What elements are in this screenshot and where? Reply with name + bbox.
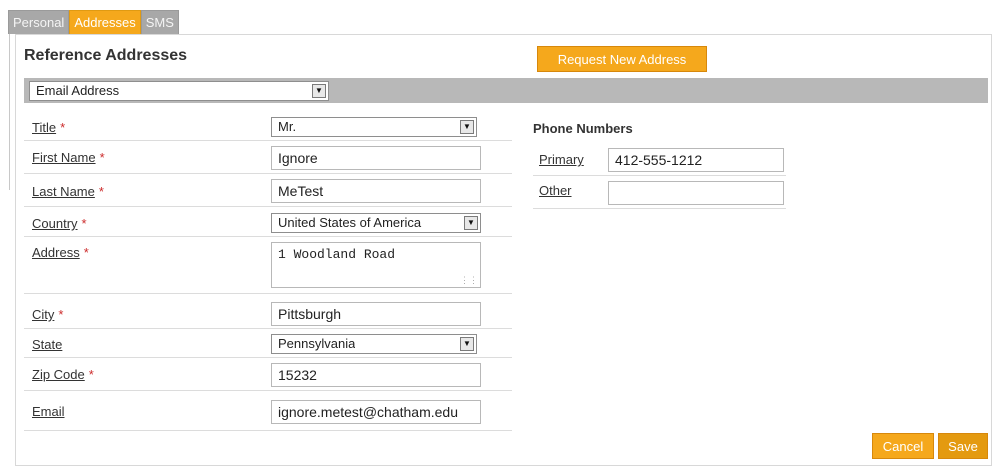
country-row: Country * United States of America ▼ [24,207,512,237]
last-name-input[interactable]: MeTest [271,179,481,203]
city-input[interactable]: Pittsburgh [271,302,481,326]
zip-code-label: Zip Code * [32,367,94,382]
divider [9,34,10,190]
address-type-bar: Email Address ▼ [24,78,988,103]
country-select[interactable]: United States of America ▼ [271,213,481,233]
phone-other-label: Other [539,183,572,198]
tab-personal[interactable]: Personal [8,10,70,34]
title-label: Title * [32,120,66,135]
phone-numbers-title: Phone Numbers [533,121,633,136]
zip-code-row: Zip Code * 15232 [24,358,512,391]
title-select[interactable]: Mr. ▼ [271,117,477,137]
phone-primary-row: Primary 412-555-1212 [533,143,786,176]
title-row: Title * Mr. ▼ [24,115,512,141]
first-name-input[interactable]: Ignore [271,146,481,170]
address-row: Address * 1 Woodland Road ⋮⋮ [24,237,512,294]
email-row: Email ignore.metest@chatham.edu [24,391,512,431]
request-new-address-button[interactable]: Request New Address [537,46,707,72]
title-value: Mr. [278,119,297,134]
chevron-down-icon: ▼ [460,120,474,134]
address-textarea[interactable]: 1 Woodland Road ⋮⋮ [271,242,481,288]
zip-code-input[interactable]: 15232 [271,363,481,387]
phone-primary-label: Primary [539,152,584,167]
country-label: Country * [32,216,87,231]
chevron-down-icon: ▼ [464,216,478,230]
state-select[interactable]: Pennsylvania ▼ [271,334,477,354]
save-button[interactable]: Save [938,433,988,459]
email-label: Email [32,404,65,419]
resize-grip-icon[interactable]: ⋮⋮ [460,277,478,286]
address-type-value: Email Address [36,83,120,98]
chevron-down-icon: ▼ [460,337,474,351]
phone-other-input[interactable] [608,181,784,205]
state-row: State Pennsylvania ▼ [24,329,512,358]
last-name-label: Last Name * [32,184,104,199]
tab-sms[interactable]: SMS [140,10,179,34]
email-input[interactable]: ignore.metest@chatham.edu [271,400,481,424]
phone-primary-input[interactable]: 412-555-1212 [608,148,784,172]
last-name-row: Last Name * MeTest [24,174,512,207]
state-value: Pennsylvania [278,336,356,351]
phone-other-row: Other [533,176,786,209]
city-label: City * [32,307,64,322]
first-name-label: First Name * [32,150,105,165]
tab-addresses[interactable]: Addresses [69,10,141,34]
address-label: Address * [32,245,89,260]
address-type-select[interactable]: Email Address ▼ [29,81,329,101]
cancel-button[interactable]: Cancel [872,433,934,459]
city-row: City * Pittsburgh [24,294,512,329]
section-title: Reference Addresses [24,47,188,64]
tab-bar: Personal Addresses SMS [8,10,179,34]
country-value: United States of America [278,215,422,230]
addresses-panel: Reference Addresses Request New Address … [15,34,992,466]
state-label: State [32,337,63,352]
address-value: 1 Woodland Road [278,247,396,262]
first-name-row: First Name * Ignore [24,141,512,174]
chevron-down-icon: ▼ [312,84,326,98]
